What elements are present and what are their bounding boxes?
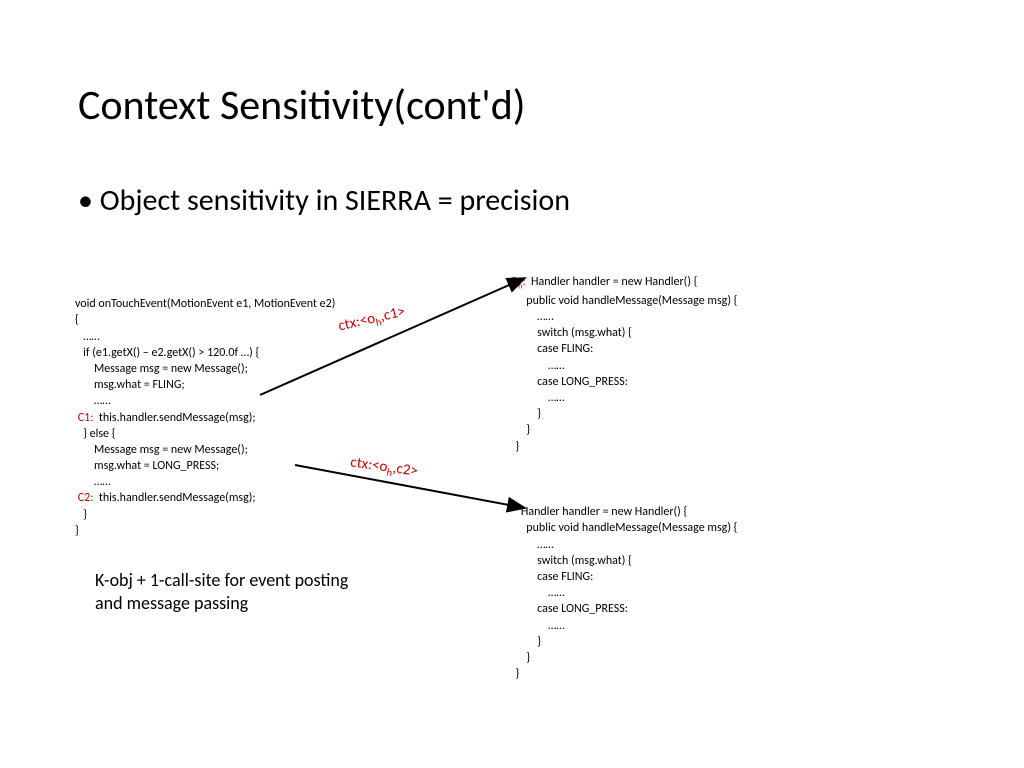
- code-line: void onTouchEvent(MotionEvent e1, Motion…: [75, 297, 335, 311]
- code-line: case FLING:: [510, 570, 593, 584]
- code-line: this.handler.sendMessage(msg);: [93, 491, 255, 505]
- code-line: }: [510, 407, 541, 421]
- code-line: public void handleMessage(Message msg) {: [510, 294, 737, 308]
- code-line: }: [510, 651, 530, 665]
- code-line: Handler handler = new Handler() {: [526, 275, 698, 289]
- code-line: {: [75, 313, 79, 327]
- oh-label: Oh:: [510, 275, 526, 289]
- c2-label: C2:: [75, 491, 93, 505]
- code-line: ……: [75, 475, 111, 489]
- code-line: ……: [510, 586, 565, 600]
- right-top-code-block: Oh: Handler handler = new Handler() { pu…: [510, 258, 737, 455]
- code-line: msg.what = FLING;: [75, 378, 185, 392]
- code-line: }: [75, 508, 87, 522]
- code-line: ……: [510, 391, 565, 405]
- code-line: switch (msg.what) {: [510, 554, 632, 568]
- code-line: msg.what = LONG_PRESS;: [75, 459, 219, 473]
- code-line: case FLING:: [510, 342, 593, 356]
- left-code-block: void onTouchEvent(MotionEvent e1, Motion…: [75, 280, 335, 539]
- code-line: }: [510, 635, 541, 649]
- code-line: case LONG_PRESS:: [510, 375, 628, 389]
- code-line: } else {: [75, 427, 116, 441]
- code-line: ……: [510, 310, 554, 324]
- code-line: }: [510, 440, 519, 454]
- code-line: }: [510, 667, 519, 681]
- code-line: Message msg = new Message();: [75, 362, 248, 376]
- code-line: this.handler.sendMessage(msg);: [93, 411, 255, 425]
- footnote: K-obj + 1-call-site for event posting an…: [95, 569, 348, 616]
- code-line: ……: [75, 330, 100, 344]
- code-line: Handler handler = new Handler() {: [510, 505, 687, 519]
- code-line: }: [75, 524, 79, 538]
- code-line: ……: [510, 359, 565, 373]
- code-line: ……: [75, 394, 111, 408]
- code-line: public void handleMessage(Message msg) {: [510, 521, 737, 535]
- slide-title: Context Sensitivity(cont'd): [78, 80, 526, 131]
- code-line: switch (msg.what) {: [510, 326, 632, 340]
- code-line: case LONG_PRESS:: [510, 602, 628, 616]
- bullet-text: Object sensitivity in SIERRA = precision: [78, 182, 570, 219]
- footnote-line2: and message passing: [95, 592, 248, 614]
- ctx2-label: ctx:<oh,c2>: [349, 453, 419, 482]
- code-line: ……: [510, 619, 565, 633]
- right-bottom-code-block: Handler handler = new Handler() { public…: [510, 488, 737, 682]
- footnote-line1: K-obj + 1-call-site for event posting: [95, 569, 348, 591]
- code-line: ……: [510, 538, 554, 552]
- code-line: }: [510, 423, 530, 437]
- ctx1-label: ctx:<oh,c1>: [337, 303, 408, 338]
- code-line: if (e1.getX() – e2.getX() > 120.0f …) {: [75, 346, 259, 360]
- c1-label: C1:: [75, 411, 93, 425]
- code-line: Message msg = new Message();: [75, 443, 248, 457]
